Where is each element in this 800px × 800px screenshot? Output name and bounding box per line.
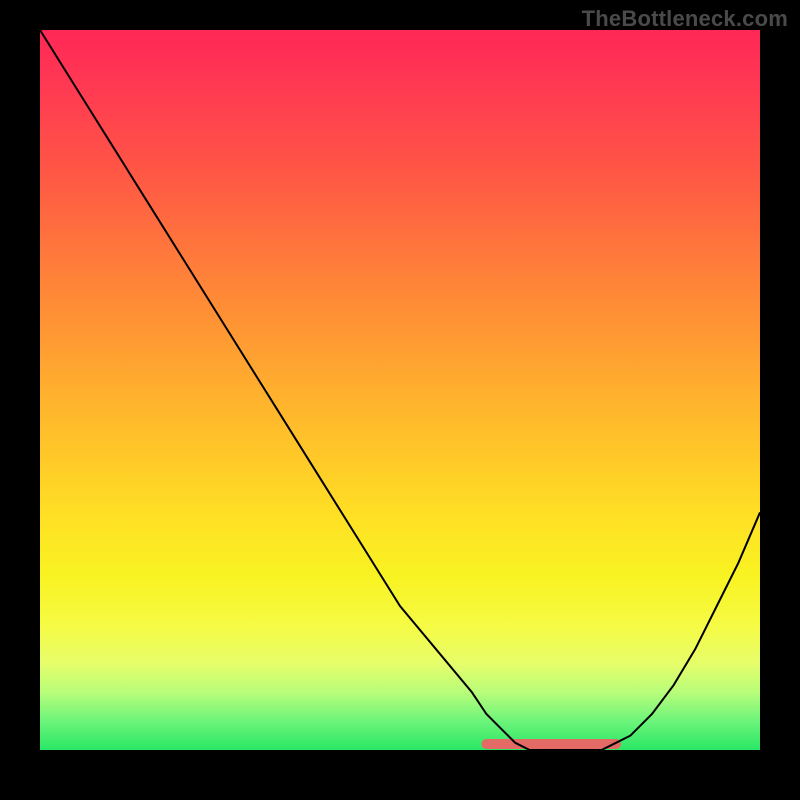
chart-frame: TheBottleneck.com xyxy=(0,0,800,800)
plot-wrap xyxy=(40,30,760,750)
watermark-text: TheBottleneck.com xyxy=(582,6,788,32)
bottleneck-curve xyxy=(40,30,760,750)
curve-svg xyxy=(40,30,760,750)
